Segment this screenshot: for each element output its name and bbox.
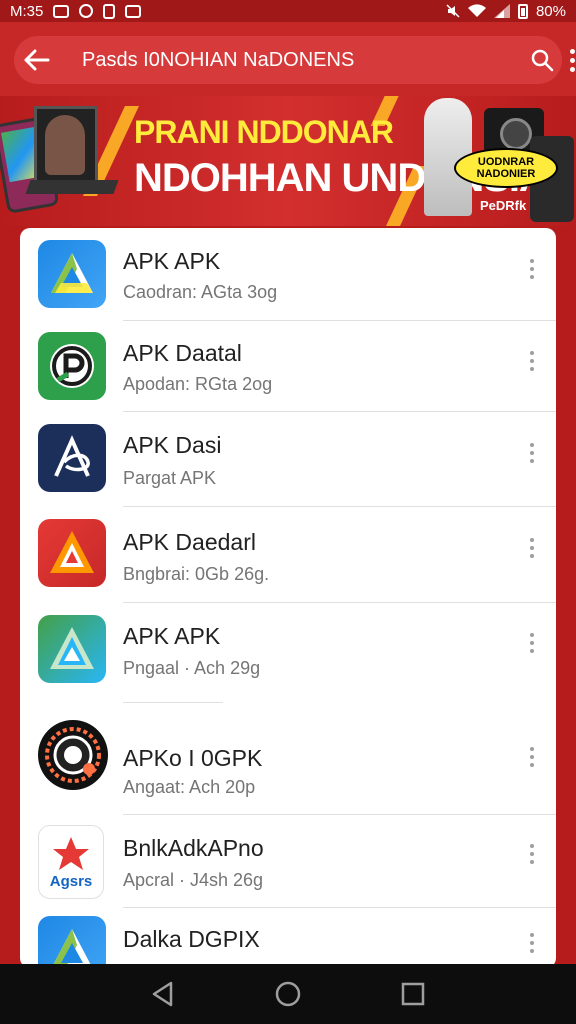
more-vert-icon <box>530 443 534 447</box>
app-name: APK Daatal <box>123 340 242 366</box>
more-vert-icon <box>530 633 534 637</box>
list-item[interactable]: APK Dasi Pargat APK <box>20 412 556 506</box>
green-p-circle-icon <box>38 332 106 400</box>
list-item[interactable]: Agsrs BnlkAdkAPno Apcral · J4sh 26g <box>20 815 556 907</box>
banner-badge-small: PeDRfk <box>480 198 527 213</box>
list-item[interactable]: APK Daedarl Bngbrai: 0Gb 26g. <box>20 507 556 602</box>
status-bar: M:35 80% <box>0 0 576 22</box>
promo-banner[interactable]: PRANI NDDONAR NDOHHAN UNDONSIA! UODNRAR … <box>0 96 576 226</box>
more-vert-icon <box>530 933 534 937</box>
navigation-bar <box>0 964 576 1024</box>
nav-recents-button[interactable] <box>393 974 433 1014</box>
triangle-green-blue-icon <box>38 615 106 683</box>
message-icon <box>125 4 142 18</box>
more-vert-icon <box>530 747 534 751</box>
more-vert-icon <box>530 351 534 355</box>
more-vert-icon <box>530 844 534 848</box>
search-query[interactable]: Pasds I0NOHIAN NaDONENS <box>82 49 522 72</box>
record-icon <box>79 4 94 18</box>
item-more-button[interactable] <box>522 742 542 772</box>
item-more-button[interactable] <box>522 346 542 376</box>
photo-icon <box>53 4 70 18</box>
black-ring-icon <box>38 720 108 790</box>
battery-percent: 80% <box>535 2 566 20</box>
list-item[interactable]: APKo I 0GPK Angaat: Ach 20p <box>20 704 556 814</box>
wifi-icon <box>467 4 486 18</box>
item-more-button[interactable] <box>522 254 542 284</box>
list-item[interactable]: Dalka DGPIX <box>20 908 556 968</box>
search-icon <box>531 49 554 72</box>
nav-back-button[interactable] <box>143 974 183 1014</box>
back-nav-icon <box>152 981 172 1007</box>
item-more-button[interactable] <box>522 839 542 869</box>
item-more-button[interactable] <box>522 438 542 468</box>
battery-icon <box>517 3 528 19</box>
triangle-blue-yellow-icon <box>38 916 106 968</box>
app-bar: Pasds I0NOHIAN NaDONENS <box>0 22 576 96</box>
app-name: BnlkAdkAPno <box>123 835 264 861</box>
recents-nav-icon <box>402 982 425 1006</box>
navy-a-icon <box>38 424 106 492</box>
more-vert-icon <box>569 48 575 54</box>
more-vert-icon <box>530 538 534 542</box>
list-item[interactable]: APK APK Pngaal · Ach 29g <box>20 603 556 703</box>
app-icon-text: Agsrs <box>49 872 93 890</box>
red-star-icon: Agsrs <box>38 825 104 899</box>
app-name: APKo I 0GPK <box>123 745 263 771</box>
item-more-button[interactable] <box>522 628 542 658</box>
app-name: APK Daedarl <box>123 529 256 555</box>
app-name: APK APK <box>123 248 221 274</box>
mute-icon <box>446 4 460 18</box>
more-options-button[interactable] <box>562 42 576 78</box>
home-nav-icon <box>275 981 301 1007</box>
back-button[interactable] <box>14 36 60 84</box>
nav-home-button[interactable] <box>268 974 308 1014</box>
arrow-left-icon <box>24 49 50 71</box>
app-subtitle: Pngaal · Ach 29g <box>123 658 261 678</box>
item-more-button[interactable] <box>522 928 542 958</box>
more-vert-icon <box>530 259 534 263</box>
clipboard-icon <box>103 3 116 19</box>
list-item[interactable]: APK APK Caodran: AGta 3og <box>20 228 556 320</box>
search-bar[interactable]: Pasds I0NOHIAN NaDONENS <box>14 36 575 84</box>
app-subtitle: Caodran: AGta 3og <box>123 282 278 302</box>
app-subtitle: Apodan: RGta 2og <box>123 374 273 394</box>
app-subtitle: Angaat: Ach 20p <box>123 777 256 797</box>
app-list: APK APK Caodran: AGta 3og APK Daatal Apo… <box>20 228 556 968</box>
banner-badge: UODNRAR NADONIER <box>454 148 558 188</box>
laptop-illustration <box>34 106 98 184</box>
app-subtitle: Apcral · J4sh 26g <box>123 870 264 890</box>
app-name: Dalka DGPIX <box>123 926 260 952</box>
banner-title: PRANI NDDONAR <box>134 114 394 150</box>
search-button[interactable] <box>522 36 562 84</box>
app-subtitle: Bngbrai: 0Gb 26g. <box>123 564 270 584</box>
app-subtitle: Pargat APK <box>123 468 217 488</box>
signal-icon <box>493 4 510 18</box>
status-time: M:35 <box>10 2 44 20</box>
red-triangle-icon <box>38 519 106 587</box>
app-name: APK Dasi <box>123 432 222 458</box>
list-item[interactable]: APK Daatal Apodan: RGta 2og <box>20 321 556 411</box>
app-name: APK APK <box>123 623 221 649</box>
triangle-blue-yellow-icon <box>38 240 106 308</box>
item-more-button[interactable] <box>522 533 542 563</box>
